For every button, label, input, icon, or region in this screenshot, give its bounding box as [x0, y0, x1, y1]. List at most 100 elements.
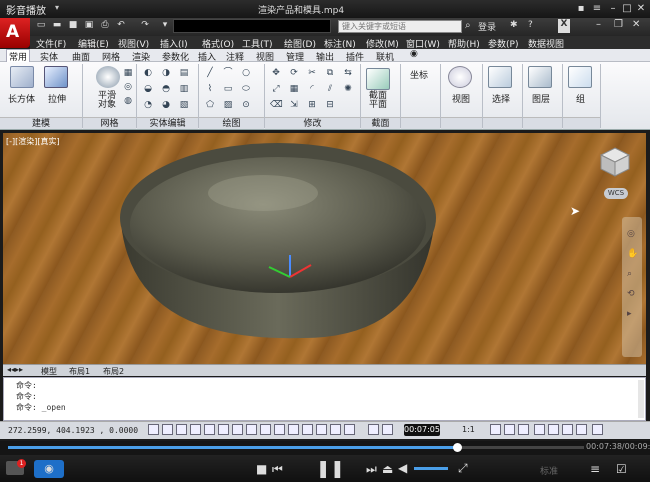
redo-icon[interactable]: ↷ [138, 20, 152, 33]
help-icon[interactable]: ? [528, 20, 533, 30]
ellipse-icon[interactable]: ⬭ [240, 84, 252, 94]
panel-label-modify[interactable]: 修改 [265, 117, 360, 129]
section-plane-icon[interactable] [366, 68, 390, 90]
3d-osnap-icon[interactable] [232, 424, 243, 435]
selection-cycling-icon[interactable] [330, 424, 341, 435]
playlist-icon[interactable]: ≡ [590, 462, 600, 476]
polyline-icon[interactable]: ⌇ [204, 84, 216, 94]
rotate-icon[interactable]: ⟳ [288, 68, 300, 78]
model-space-icon[interactable] [368, 424, 379, 435]
solid-edit-icon[interactable]: ◔ [142, 100, 154, 110]
print-icon[interactable]: ⎙ [98, 20, 112, 33]
lock-icon[interactable] [548, 424, 559, 435]
copy-icon[interactable]: ⧉ [324, 68, 336, 78]
view-button-label[interactable]: 视图 [452, 92, 470, 105]
chevron-down-icon[interactable]: ▾ [55, 3, 59, 12]
coords-label[interactable]: 坐标 [410, 68, 428, 81]
extrude-button-label[interactable]: 拉伸 [48, 92, 66, 105]
search-icon[interactable]: ⌕ [465, 20, 471, 31]
command-window[interactable]: 命令: 命令: 命令: _open [3, 377, 646, 421]
fillet-icon[interactable]: ◜ [306, 84, 318, 94]
volume-icon[interactable]: ◀ [398, 461, 407, 475]
window-restore-icon[interactable]: ❐ [614, 19, 623, 30]
line-icon[interactable]: ╱ [204, 68, 216, 78]
x-close-icon[interactable]: X [558, 19, 570, 33]
exchange-icon[interactable]: ✱ [510, 20, 518, 30]
window-minimize-icon[interactable]: – [596, 19, 601, 30]
polygon-icon[interactable]: ⬠ [204, 100, 216, 110]
undo-icon[interactable]: ↶ [114, 20, 128, 33]
coordinate-readout[interactable]: 272.2599, 404.1923 , 0.0000 [8, 426, 138, 435]
stretch-icon[interactable]: ⇲ [288, 100, 300, 110]
panel-label-solid-edit[interactable]: 实体编辑 [137, 117, 198, 129]
qat-dropdown-icon[interactable]: ▾ [158, 20, 172, 33]
pause-icon[interactable]: ❚❚ [316, 459, 345, 479]
panel-label-draw[interactable]: 绘图 [199, 117, 264, 129]
panel-label-select[interactable] [483, 117, 522, 129]
save-as-icon[interactable]: ▣ [82, 20, 96, 33]
command-scrollbar[interactable] [638, 380, 644, 418]
window-close-icon[interactable]: ✕ [632, 19, 640, 30]
fullscreen-icon[interactable]: ⤢ [458, 461, 468, 476]
viewcube-icon[interactable] [598, 145, 632, 179]
group-icon[interactable] [568, 66, 592, 88]
workspace-selector[interactable] [173, 19, 331, 33]
viewport-controls-label[interactable]: [-][渲染][真实] [6, 136, 60, 147]
showmotion-icon[interactable]: ▸ [627, 309, 632, 319]
view-icon[interactable] [448, 66, 472, 88]
arc-icon[interactable]: ⌒ [222, 68, 234, 78]
trim-icon[interactable]: ✂ [306, 68, 318, 78]
lineweight-icon[interactable] [288, 424, 299, 435]
panel-label-mesh[interactable]: 网格 [83, 117, 136, 129]
section-button-label[interactable]: 截面平面 [366, 92, 390, 110]
circle-icon[interactable]: ○ [240, 68, 252, 78]
steering-wheel-icon[interactable]: ◎ [627, 229, 635, 239]
ducs-icon[interactable] [260, 424, 271, 435]
layers-icon[interactable] [528, 66, 552, 88]
infer-constraints-icon[interactable] [148, 424, 159, 435]
grid-display-icon[interactable] [176, 424, 187, 435]
next-icon[interactable]: ⏭ [366, 462, 377, 477]
explode-icon[interactable]: ✺ [342, 84, 354, 94]
eye-icon[interactable]: ◉ [34, 460, 64, 478]
annotation-monitor-icon[interactable] [344, 424, 355, 435]
ribbon-toggle-icon[interactable]: ◉ [410, 49, 418, 59]
otrack-icon[interactable] [246, 424, 257, 435]
mesh-tool-icon[interactable]: ◎ [122, 82, 134, 92]
application-menu-button[interactable]: A [0, 18, 30, 48]
search-input[interactable]: 键入关键字或短语 [338, 20, 462, 33]
open-file-icon[interactable]: ⏏ [382, 462, 393, 476]
quick-properties-icon[interactable] [316, 424, 327, 435]
snap-mode-icon[interactable] [162, 424, 173, 435]
solid-edit-icon[interactable]: ▧ [178, 100, 190, 110]
quality-button[interactable]: 标准 [540, 464, 558, 477]
annotation-scale[interactable]: 1:1 [462, 425, 475, 434]
open-folder-icon[interactable]: ▬ [50, 20, 64, 33]
player-app-name[interactable]: 影音播放 [6, 2, 46, 17]
panel-label-coords[interactable] [401, 117, 440, 129]
panel-label-layers[interactable] [523, 117, 562, 129]
union-icon[interactable]: ◐ [142, 68, 154, 78]
hatch-icon[interactable]: ▨ [222, 100, 234, 110]
erase-icon[interactable]: ⌫ [270, 100, 283, 110]
hardware-acceleration-icon[interactable] [562, 424, 573, 435]
panel-label-view[interactable] [441, 117, 482, 129]
gear-icon[interactable] [534, 424, 545, 435]
volume-slider[interactable] [414, 467, 448, 470]
navigation-bar[interactable]: ◎ ✋ ⌕ ⟲ ▸ [622, 217, 642, 357]
join-icon[interactable]: ⊟ [324, 100, 336, 110]
align-icon[interactable]: ⊞ [306, 100, 318, 110]
pan-icon[interactable]: ✋ [627, 249, 638, 259]
close-icon[interactable]: ✕ [634, 2, 648, 15]
clean-screen-icon[interactable] [592, 424, 603, 435]
move-icon[interactable]: ✥ [270, 68, 282, 78]
solid-edit-icon[interactable]: ◒ [142, 84, 154, 94]
smooth-button-label[interactable]: 平滑对象 [96, 92, 118, 110]
annotation-visibility-icon[interactable] [490, 424, 501, 435]
solid-edit-icon[interactable]: ◓ [160, 84, 172, 94]
extrude-icon[interactable] [44, 66, 68, 88]
stop-icon[interactable]: ■ [256, 462, 267, 476]
box-button-label[interactable]: 长方体 [8, 92, 35, 105]
box-icon[interactable] [10, 66, 34, 88]
point-icon[interactable]: ⊙ [240, 100, 252, 110]
